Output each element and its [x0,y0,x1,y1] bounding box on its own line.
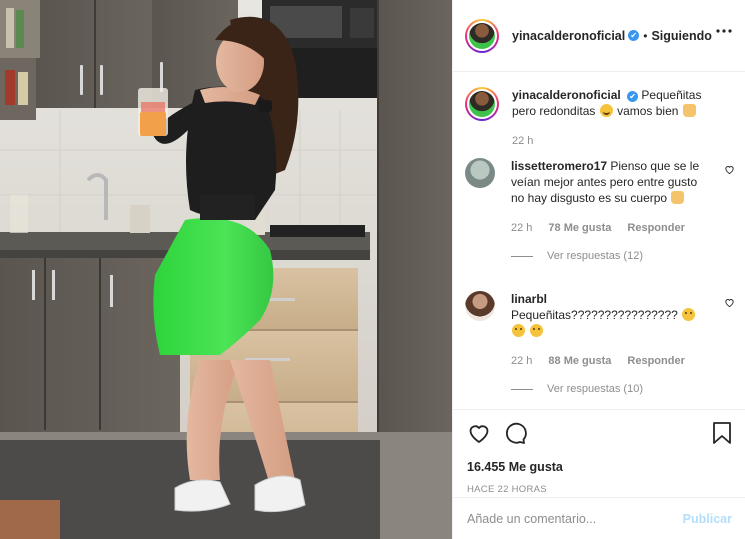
thinking-face-emoji-icon [530,324,544,337]
comment-text: Pequeñitas???????????????? [511,308,678,322]
post-actions: 16.455 Me gusta HACE 22 HORAS [453,409,745,505]
post-photo[interactable] [0,0,452,539]
heart-icon[interactable] [467,421,491,445]
caption-time[interactable]: 22 h [512,133,533,149]
reply-button[interactable]: Responder [627,353,684,369]
more-options-icon[interactable] [716,29,732,33]
comment-icon[interactable] [503,421,527,445]
comment-time[interactable]: 22 h [511,220,532,236]
thumbs-up-emoji-icon [671,191,685,204]
follow-button[interactable]: Siguiendo [651,29,711,43]
comment-username[interactable]: linarbl [511,292,547,306]
replies-divider [511,388,533,390]
comment-like-heart-icon[interactable] [724,164,735,175]
caption-item: yinacalderonoficial ✔ Pequeñitas pero re… [465,87,735,149]
replies-divider [511,255,533,257]
comment-time[interactable]: 22 h [511,353,532,369]
post-side-panel: yinacalderonoficial ✔ • Siguiendo yinaca… [452,0,745,539]
comment-username[interactable]: lissetteromero17 [511,159,607,173]
bookmark-icon[interactable] [712,421,732,445]
caption-verified-icon: ✔ [627,91,639,102]
view-replies-label: Ver respuestas (12) [547,250,643,262]
comment-item: lissetteromero17 Pienso que se le veían … [465,158,735,264]
comment-avatar[interactable] [465,291,495,321]
caption-avatar-image [469,91,495,117]
thumbs-up-emoji-icon [682,104,696,117]
verified-badge-icon: ✔ [628,30,640,41]
comment-input[interactable]: Añade un comentario... [467,512,683,526]
comment-composer: Añade un comentario... Publicar [453,497,745,539]
author-avatar[interactable] [465,18,499,53]
comment-likes[interactable]: 78 Me gusta [548,220,611,236]
comment-item: linarbl Pequeñitas???????????????? 22 h … [465,291,735,397]
view-replies-button[interactable]: Ver respuestas (12) [511,248,711,264]
likes-count[interactable]: 16.455 Me gusta [467,460,732,474]
header-separator: • [643,28,648,43]
post-header: yinacalderonoficial ✔ • Siguiendo [453,0,745,72]
comment-like-heart-icon[interactable] [724,297,735,308]
caption-text-after: vamos bien [617,104,679,118]
view-replies-label: Ver respuestas (10) [547,383,643,395]
smiling-face-emoji-icon [599,104,613,117]
comment-avatar[interactable] [465,158,495,188]
thinking-face-emoji-icon [682,308,696,321]
author-username[interactable]: yinacalderonoficial [512,29,625,43]
view-replies-button[interactable]: Ver respuestas (10) [511,381,711,397]
thinking-face-emoji-icon [512,324,525,337]
author-avatar-image [469,22,495,49]
comments-list[interactable]: yinacalderonoficial ✔ Pequeñitas pero re… [453,73,745,409]
caption-avatar[interactable] [465,87,499,121]
caption-username[interactable]: yinacalderonoficial [512,88,621,102]
post-timestamp[interactable]: HACE 22 HORAS [467,484,732,495]
post-image-illustration [0,0,452,539]
comment-likes[interactable]: 88 Me gusta [548,353,611,369]
reply-button[interactable]: Responder [627,220,684,236]
publish-button[interactable]: Publicar [683,512,732,526]
